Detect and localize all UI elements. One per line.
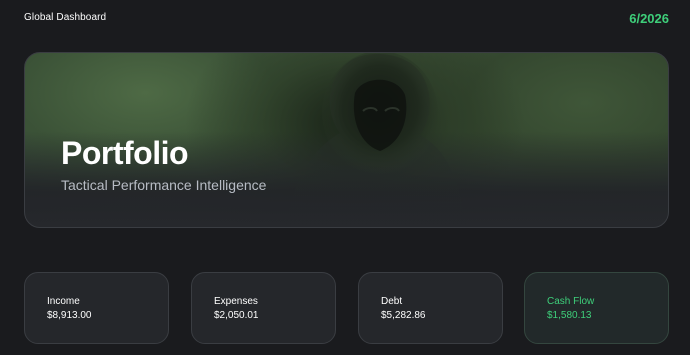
hero-banner: Portfolio Tactical Performance Intellige… <box>24 52 669 228</box>
cash-flow-value: $1,580.13 <box>547 310 592 321</box>
expenses-card[interactable]: Expenses $2,050.01 <box>191 272 336 344</box>
top-bar: Global Dashboard 6/2026 <box>0 0 690 38</box>
debt-label: Debt <box>381 296 403 307</box>
income-label: Income <box>47 296 80 307</box>
hero-subtitle: Tactical Performance Intelligence <box>61 177 267 193</box>
hero-title: Portfolio <box>61 135 189 171</box>
period-indicator[interactable]: 6/2026 <box>629 11 669 26</box>
app-title: Global Dashboard <box>24 12 107 23</box>
expenses-label: Expenses <box>214 296 258 307</box>
cash-flow-card[interactable]: Cash Flow $1,580.13 <box>524 272 669 344</box>
income-value: $8,913.00 <box>47 310 92 321</box>
hooded-figure-image <box>285 53 467 227</box>
income-card[interactable]: Income $8,913.00 <box>24 272 169 344</box>
cash-flow-label: Cash Flow <box>547 296 595 307</box>
expenses-value: $2,050.01 <box>214 310 259 321</box>
debt-card[interactable]: Debt $5,282.86 <box>358 272 503 344</box>
debt-value: $5,282.86 <box>381 310 426 321</box>
